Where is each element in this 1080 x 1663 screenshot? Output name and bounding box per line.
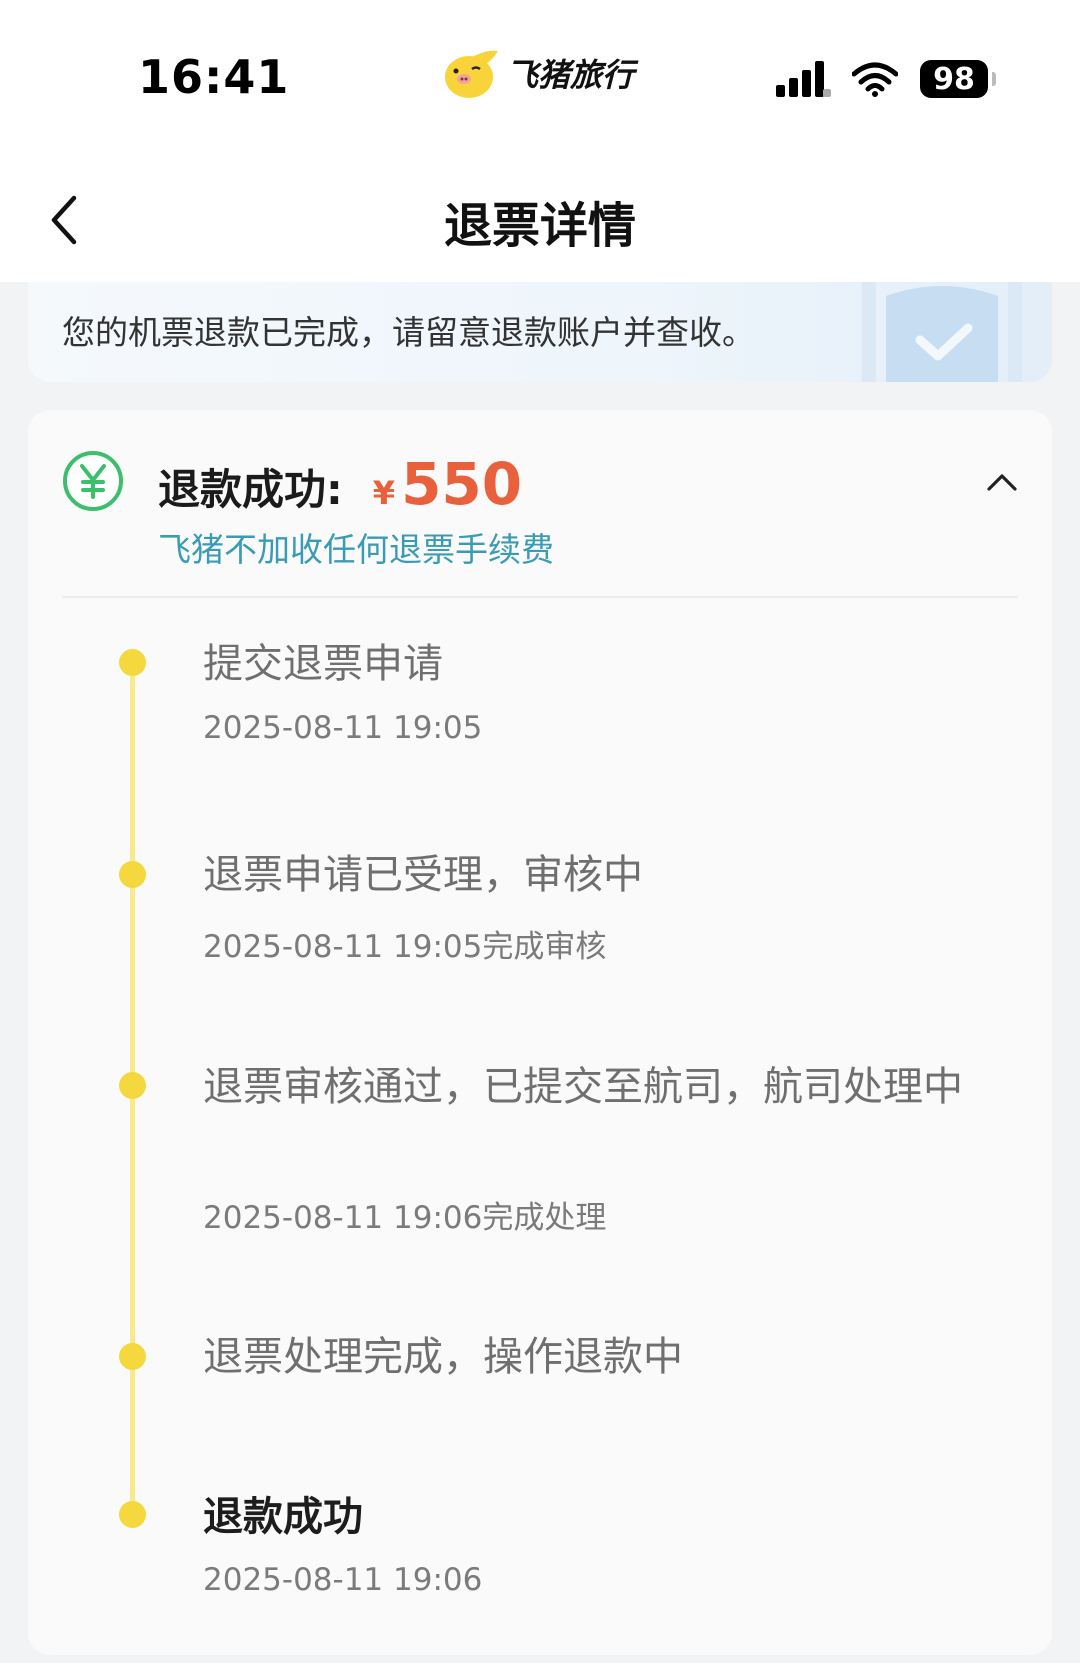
wifi-icon <box>852 62 898 97</box>
status-bar: 16:41 飞猪旅行 98 <box>0 0 1080 150</box>
brand-name: 飞猪旅行 <box>506 56 635 94</box>
timeline-dot <box>119 1343 146 1370</box>
chevron-up-icon[interactable] <box>986 472 1018 492</box>
timeline-step-title: 提交退票申请 <box>203 641 443 687</box>
timeline-connector <box>130 1085 135 1350</box>
timeline-dot <box>119 649 146 676</box>
timeline-step-time: 2025-08-11 19:06 <box>203 1562 483 1598</box>
timeline-step-title-current: 退款成功 <box>203 1494 363 1540</box>
shield-check-icon <box>862 282 1022 382</box>
timeline-step-title: 退票申请已受理，审核中 <box>203 852 643 898</box>
page-title: 退票详情 <box>443 198 636 254</box>
timeline-connector <box>130 874 135 1074</box>
timeline-step-title: 退票处理完成，操作退款中 <box>203 1334 683 1380</box>
battery-level: 98 <box>933 61 975 97</box>
nav-bar: 退票详情 <box>0 150 1080 282</box>
timeline-dot <box>119 1072 146 1099</box>
timeline-step-title: 退票审核通过，已提交至航司，航司处理中 <box>203 1064 963 1110</box>
timeline-dot <box>119 1501 146 1528</box>
refund-status-row: 退款成功: ¥ 550 <box>158 450 522 518</box>
fliggy-logo-icon <box>445 50 498 98</box>
brand: 飞猪旅行 <box>442 46 634 100</box>
yuan-icon <box>63 451 123 511</box>
refund-status-label: 退款成功: <box>158 465 343 514</box>
signal-icon <box>776 61 831 97</box>
battery-tip <box>992 72 996 86</box>
timeline-connector <box>130 1356 135 1506</box>
divider <box>62 596 1018 598</box>
notice-banner: 您的机票退款已完成，请留意退款账户并查收。 <box>28 282 1052 382</box>
timeline-step-time: 2025-08-11 19:06完成处理 <box>203 1200 607 1236</box>
system-icons: 98 <box>776 58 996 100</box>
timeline-step-time: 2025-08-11 19:05 <box>203 710 483 746</box>
timeline-step-time: 2025-08-11 19:05完成审核 <box>203 929 607 965</box>
timeline-dot <box>119 861 146 888</box>
refund-card: 退款成功: ¥ 550 飞猪不加收任何退票手续费 提交退票申请 2025-08-… <box>28 410 1052 1655</box>
battery-icon: 98 <box>920 60 996 98</box>
fee-note: 飞猪不加收任何退票手续费 <box>158 530 554 569</box>
status-time: 16:41 <box>138 50 290 104</box>
refund-detail-page: 16:41 飞猪旅行 98 退票详情 您的机票退款已完成，请留意退款账户并查收。… <box>0 0 1080 1663</box>
notice-text: 您的机票退款已完成，请留意退款账户并查收。 <box>62 313 755 352</box>
refund-amount: 550 <box>401 450 523 518</box>
currency-symbol: ¥ <box>372 474 396 512</box>
